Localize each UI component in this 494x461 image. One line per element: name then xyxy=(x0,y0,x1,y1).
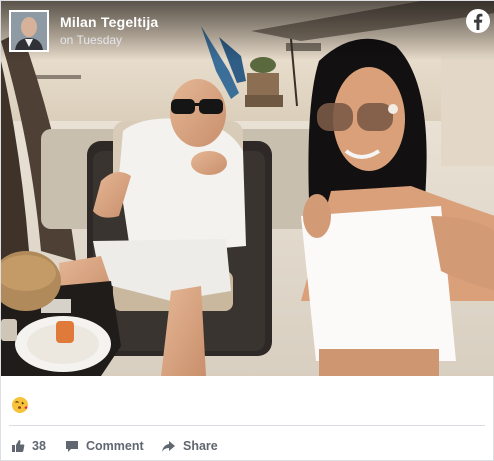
facebook-post: Milan Tegeltija on Tuesday 38 Comment Sh… xyxy=(0,0,494,461)
photo-header-gradient xyxy=(1,1,494,61)
avatar-image xyxy=(11,12,47,50)
avatar[interactable] xyxy=(9,10,49,52)
share-arrow-icon xyxy=(162,440,175,452)
thumbs-up-icon xyxy=(12,440,25,452)
kissing-face-emoji-icon xyxy=(10,395,30,415)
share-button[interactable]: Share xyxy=(161,435,218,457)
post-timestamp[interactable]: on Tuesday xyxy=(60,33,122,47)
divider xyxy=(9,425,485,426)
share-label: Share xyxy=(183,439,218,453)
like-button[interactable]: 38 xyxy=(11,435,46,457)
author-name[interactable]: Milan Tegeltija xyxy=(60,14,158,30)
facebook-logo-icon[interactable] xyxy=(466,9,490,33)
comment-button[interactable]: Comment xyxy=(65,435,144,457)
like-count: 38 xyxy=(32,439,46,453)
comment-label: Comment xyxy=(86,439,144,453)
comment-bubble-icon xyxy=(66,441,78,452)
post-actions: 38 Comment Share xyxy=(1,435,494,457)
